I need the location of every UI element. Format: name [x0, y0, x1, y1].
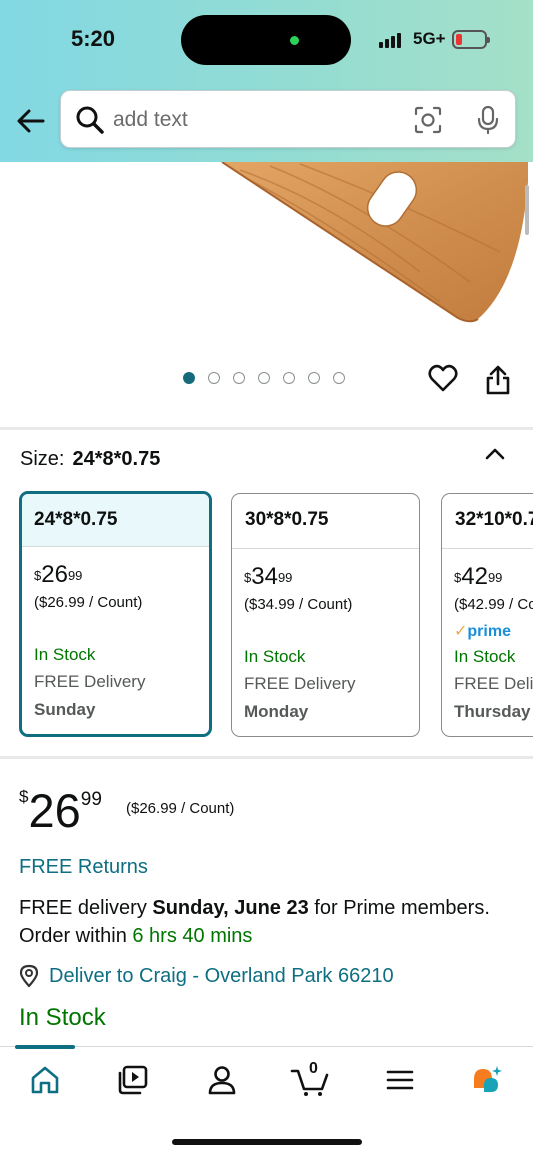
- carousel-dot[interactable]: [183, 372, 195, 384]
- size-option-price: $3499: [244, 563, 293, 590]
- carousel-dots[interactable]: [183, 372, 345, 384]
- camera-lens-icon[interactable]: [413, 105, 443, 135]
- deliver-to-text: Deliver to Craig - Overland Park 66210: [49, 964, 394, 987]
- chevron-up-icon[interactable]: [483, 444, 507, 464]
- carousel-dot[interactable]: [283, 372, 295, 384]
- main-price-per-count: ($26.99 / Count): [126, 800, 235, 817]
- scroll-indicator: [525, 185, 529, 235]
- cart-button[interactable]: 0: [290, 1060, 332, 1097]
- size-option-delivery: FREE Delivery: [34, 672, 146, 691]
- carousel-dot[interactable]: [258, 372, 270, 384]
- header: 5:20 5G+: [0, 0, 533, 162]
- heart-icon[interactable]: [427, 363, 459, 393]
- size-option-per-count: ($34.99 / Count): [244, 596, 353, 613]
- size-option-price: $4299: [454, 563, 503, 590]
- size-option-day: Monday: [244, 702, 309, 721]
- size-option-card[interactable]: 24*8*0.75 $2699 ($26.99 / Count) In Stoc…: [19, 491, 212, 737]
- home-indicator: [172, 1139, 362, 1145]
- size-option-day: Sunday: [34, 700, 96, 719]
- size-option-name: 30*8*0.75: [232, 494, 419, 549]
- size-option-delivery: FREE Delivery: [244, 674, 356, 693]
- camera-indicator-icon: [290, 36, 299, 45]
- size-option-price: $2699: [34, 561, 83, 588]
- product-image[interactable]: [0, 162, 533, 342]
- search-bar[interactable]: [60, 90, 516, 148]
- location-pin-icon: [19, 964, 39, 988]
- section-divider: [0, 427, 533, 430]
- back-arrow-icon[interactable]: [14, 104, 48, 138]
- video-library-icon[interactable]: [116, 1063, 150, 1097]
- size-label: Size:: [20, 448, 65, 470]
- prime-badge: ✓prime: [454, 623, 511, 640]
- size-option-stock: In Stock: [34, 645, 96, 664]
- home-icon[interactable]: [28, 1063, 62, 1097]
- carousel-dot[interactable]: [333, 372, 345, 384]
- battery-icon: [452, 30, 490, 49]
- delivery-info: FREE delivery Sunday, June 23 for Prime …: [19, 897, 490, 947]
- size-option-stock: In Stock: [244, 647, 306, 666]
- main-price: $2699: [19, 784, 102, 837]
- size-option-day: Thursday: [454, 702, 531, 721]
- rufus-ai-icon[interactable]: [470, 1063, 504, 1097]
- network-label: 5G+: [413, 29, 446, 48]
- prime-badge-empty: [244, 621, 419, 639]
- signal-icon: [379, 32, 401, 48]
- microphone-icon[interactable]: [473, 104, 503, 136]
- status-time: 5:20: [71, 26, 116, 51]
- prime-badge-empty: [34, 619, 209, 637]
- carousel-dot[interactable]: [233, 372, 245, 384]
- section-divider: [0, 756, 533, 759]
- carousel-dot[interactable]: [208, 372, 220, 384]
- size-option-name: 32*10*0.75: [442, 494, 533, 549]
- cart-count: 0: [309, 1060, 318, 1077]
- size-option-stock: In Stock: [454, 647, 516, 666]
- delivery-date: Sunday, June 23: [152, 897, 309, 919]
- size-label-row: Size: 24*8*0.75: [20, 448, 160, 471]
- size-option-per-count: ($42.99 / Count): [454, 596, 533, 613]
- order-within-time: 6 hrs 40 mins: [132, 925, 253, 947]
- account-icon[interactable]: [205, 1063, 239, 1097]
- dynamic-island: [181, 15, 351, 65]
- stock-status: In Stock: [19, 1004, 106, 1031]
- bottom-nav: 0: [0, 1045, 533, 1156]
- search-input[interactable]: [113, 105, 393, 135]
- carousel-dot[interactable]: [308, 372, 320, 384]
- size-option-name: 24*8*0.75: [22, 494, 209, 547]
- menu-icon[interactable]: [383, 1063, 417, 1097]
- size-option-per-count: ($26.99 / Count): [34, 594, 143, 611]
- nav-active-indicator: [15, 1045, 75, 1049]
- size-option-delivery: FREE Delivery: [454, 674, 533, 693]
- size-option-card[interactable]: 30*8*0.75 $3499 ($34.99 / Count) In Stoc…: [231, 493, 420, 737]
- share-icon[interactable]: [484, 364, 512, 396]
- free-returns-link[interactable]: FREE Returns: [19, 856, 148, 879]
- size-option-card[interactable]: 32*10*0.75 $4299 ($42.99 / Count) ✓prime…: [441, 493, 533, 737]
- selected-size-value: 24*8*0.75: [72, 448, 161, 470]
- deliver-to-link[interactable]: Deliver to Craig - Overland Park 66210: [19, 964, 394, 988]
- search-icon: [76, 106, 104, 134]
